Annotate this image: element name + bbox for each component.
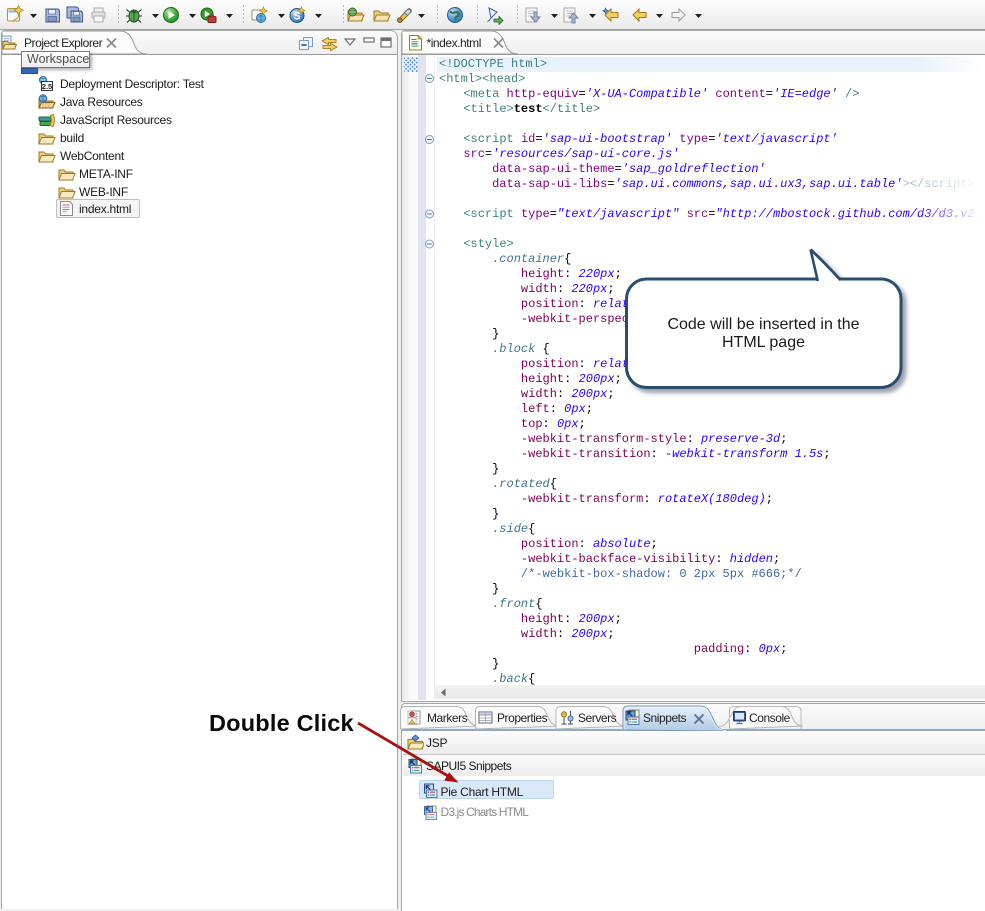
svg-text:S: S bbox=[293, 11, 300, 23]
svg-text:2.5: 2.5 bbox=[42, 82, 52, 91]
